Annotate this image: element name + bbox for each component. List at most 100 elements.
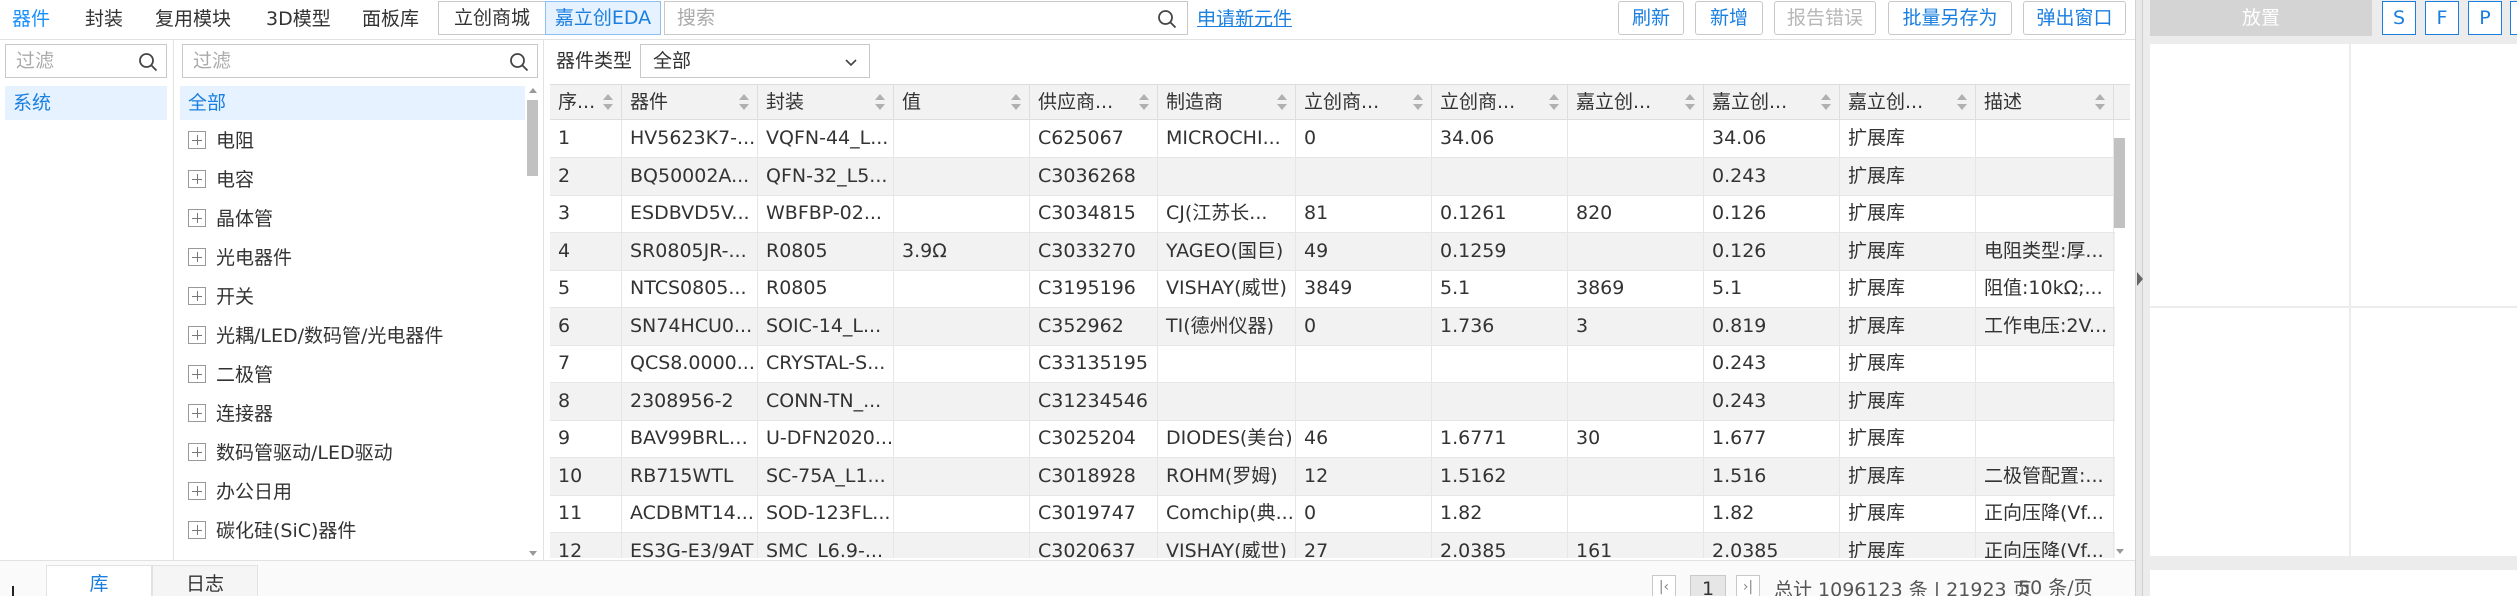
scrollbar-thumb[interactable] [527, 100, 538, 176]
search-input[interactable]: 搜索 [664, 1, 1188, 35]
tab-library[interactable]: 库 [46, 565, 152, 596]
category-item[interactable]: 光耦/LED/数码管/光电器件 [188, 319, 443, 353]
column-header[interactable]: 制造商 [1158, 85, 1296, 120]
expand-icon[interactable] [188, 481, 206, 500]
scroll-down-icon[interactable] [2116, 549, 2124, 554]
table-row[interactable]: 8 2308956-2 CONN-TN_... C31234546 0.243 扩展库 [550, 382, 2115, 421]
column-header[interactable]: 立创商... [1296, 85, 1432, 120]
category-item[interactable]: 连接器 [188, 397, 273, 431]
category-filter-input[interactable]: 过滤 [182, 44, 538, 78]
column-header[interactable]: 嘉立创... [1840, 85, 1976, 120]
sort-icon[interactable] [875, 94, 885, 110]
table-scrollbar[interactable] [2113, 122, 2127, 556]
column-header[interactable]: 嘉立创... [1704, 85, 1840, 120]
category-item[interactable]: 电阻 [188, 124, 254, 158]
mode-l-button[interactable]: L [2510, 1, 2517, 35]
table-row[interactable]: 9 BAV99BRLP-7 U-DFN2020... C3025204 DIODES(美… [550, 420, 2115, 458]
category-item[interactable]: 碳化硅(SiC)器件 [188, 514, 356, 548]
sort-icon[interactable] [1685, 94, 1695, 110]
sort-icon[interactable] [1957, 94, 1967, 110]
library-item-system[interactable]: 系统 [5, 86, 167, 120]
expand-icon[interactable] [188, 208, 206, 227]
category-item[interactable]: 二极管 [188, 358, 273, 392]
sort-icon[interactable] [2095, 94, 2105, 110]
column-header[interactable]: 封装 [758, 85, 894, 120]
sort-icon[interactable] [1139, 94, 1149, 110]
table-row[interactable]: 12 ES3G-E3/9AT SMC_L6.9-... C3020637 VISHAY(… [550, 532, 2115, 558]
table-row[interactable]: 7 QCS8.0000... CRYSTAL-S... C33135195 0.243 扩… [550, 345, 2115, 383]
source-lcsc-mall[interactable]: 立创商城 [438, 1, 546, 35]
category-item[interactable]: 晶体管 [188, 202, 273, 236]
table-row[interactable]: 1 HV5623K7-... VQFN-44_L... C625067 MICROCHI… [550, 120, 2115, 158]
scroll-down-icon[interactable] [529, 551, 537, 556]
expand-icon[interactable] [188, 325, 206, 344]
tab-devices[interactable]: 器件 [12, 0, 50, 38]
table-row[interactable]: 4 SR0805JR-... R0805 3.9Ω C3033270 YAGEO(国巨) 4… [550, 232, 2115, 271]
expand-icon[interactable] [188, 403, 206, 422]
tab-log[interactable]: 日志 [152, 565, 258, 596]
expand-icon[interactable] [188, 247, 206, 266]
category-item[interactable]: 数码管驱动/LED驱动 [188, 436, 393, 470]
search-icon[interactable] [1157, 9, 1177, 34]
table-row[interactable]: 3 ESDBVD5V... WBFBP-02... C3034815 CJ(江苏长...… [550, 195, 2115, 233]
source-jlc-eda[interactable]: 嘉立创EDA [545, 1, 661, 35]
sort-icon[interactable] [1821, 94, 1831, 110]
apply-new-component-link[interactable]: 申请新元件 [1197, 0, 1292, 38]
first-page-icon[interactable]: |‹ [1652, 575, 1676, 596]
panel-splitter[interactable] [2135, 0, 2143, 596]
report-error-button[interactable]: 报告错误 [1774, 1, 1876, 35]
sort-icon[interactable] [1011, 94, 1021, 110]
scrollbar-thumb[interactable] [2114, 138, 2125, 228]
table-cell: 1.82 [1432, 495, 1568, 532]
sort-icon[interactable] [1277, 94, 1287, 110]
place-button[interactable]: 放置 [2150, 0, 2372, 36]
library-filter-input[interactable]: 过滤 [5, 44, 167, 78]
tab-panel-library[interactable]: 面板库 [362, 0, 419, 38]
sort-icon[interactable] [1413, 94, 1423, 110]
column-header[interactable]: 器件 [622, 85, 758, 120]
expand-icon[interactable] [188, 169, 206, 188]
mode-f-button[interactable]: F [2425, 1, 2459, 35]
expand-icon[interactable] [188, 364, 206, 383]
tab-footprints[interactable]: 封装 [85, 0, 123, 38]
category-scrollbar[interactable] [526, 86, 540, 558]
category-item[interactable]: 电容 [188, 163, 254, 197]
add-button[interactable]: 新增 [1695, 1, 1763, 35]
category-item[interactable]: 光电器件 [188, 241, 292, 275]
popup-window-button[interactable]: 弹出窗口 [2023, 1, 2126, 35]
current-page[interactable]: 1 [1690, 575, 1726, 596]
expand-icon[interactable] [188, 442, 206, 461]
column-header[interactable]: 立创商... [1432, 85, 1568, 120]
table-row[interactable]: 11 ACDBMT14... SOD-123FL... C3019747 Comchip… [550, 495, 2115, 533]
category-item[interactable]: 办公日用 [188, 475, 292, 509]
refresh-button[interactable]: 刷新 [1618, 1, 1684, 35]
expand-icon[interactable] [188, 520, 206, 539]
table-cell: 2308956-2 [622, 382, 758, 420]
table-row[interactable]: 6 SN74HCU0... SOIC-14_L... C352962 TI(德州仪器) 0… [550, 307, 2115, 346]
page-size-select[interactable]: 50 条/页 [2010, 575, 2120, 596]
sort-icon[interactable] [603, 94, 613, 110]
scroll-up-icon[interactable] [529, 88, 537, 93]
category-all[interactable]: 全部 [180, 86, 525, 120]
table-row[interactable]: 2 BQ50002A... QFN-32_L5... C3036268 0.243 扩展库 [550, 157, 2115, 196]
table-cell: 正向压降(Vf... [1976, 495, 2114, 532]
column-header[interactable]: 供应商... [1030, 85, 1158, 120]
mode-s-button[interactable]: S [2382, 1, 2416, 35]
column-header[interactable]: 嘉立创... [1568, 85, 1704, 120]
expand-icon[interactable] [188, 286, 206, 305]
sort-icon[interactable] [1549, 94, 1559, 110]
sort-icon[interactable] [739, 94, 749, 110]
column-header[interactable]: 描述 [1976, 85, 2114, 120]
next-page-icon[interactable]: ›| [1736, 575, 1760, 596]
column-header[interactable]: 值 [894, 85, 1030, 120]
tab-reuse-modules[interactable]: 复用模块 [155, 0, 231, 38]
table-row[interactable]: 10 RB715WTL SC-75A_L1... C3018928 ROHM(罗姆) 12… [550, 457, 2115, 496]
batch-save-as-button[interactable]: 批量另存为 [1888, 1, 2012, 35]
category-item[interactable]: 开关 [188, 280, 254, 314]
expand-icon[interactable] [188, 130, 206, 149]
table-row[interactable]: 5 NTCS0805... R0805 C3195196 VISHAY(威世) 3849 5… [550, 270, 2115, 308]
device-type-select[interactable]: 全部 [640, 44, 870, 78]
mode-p-button[interactable]: P [2468, 1, 2502, 35]
tab-3d-models[interactable]: 3D模型 [266, 0, 331, 38]
column-header[interactable]: 序... [550, 85, 622, 120]
